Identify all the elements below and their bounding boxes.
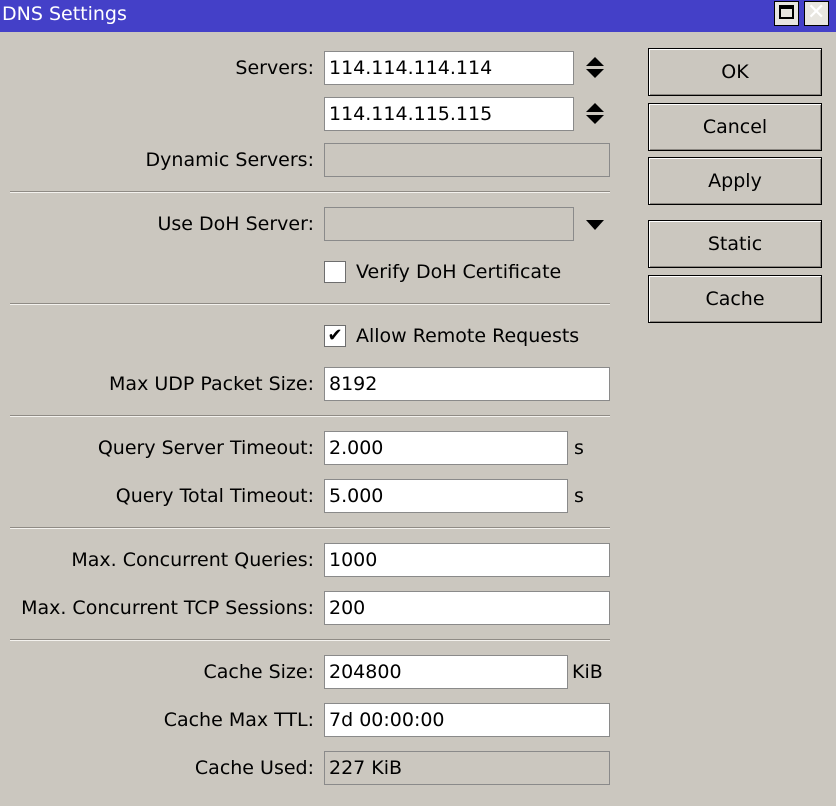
dynamic-servers-label: Dynamic Servers: bbox=[145, 149, 314, 171]
cache-size-input[interactable]: 204800 bbox=[324, 655, 568, 689]
checkmark-icon: ✔ bbox=[327, 325, 343, 346]
query-total-timeout-unit: s bbox=[574, 485, 584, 507]
window-title: DNS Settings bbox=[2, 3, 127, 25]
static-button[interactable]: Static bbox=[648, 220, 822, 268]
maximize-icon bbox=[779, 5, 794, 19]
title-bar: DNS Settings ✕ bbox=[0, 0, 836, 32]
server-1-updown-icon[interactable] bbox=[586, 57, 604, 78]
ok-button[interactable]: OK bbox=[648, 48, 822, 96]
separator bbox=[10, 639, 610, 641]
cache-max-ttl-input[interactable]: 7d 00:00:00 bbox=[324, 703, 610, 737]
cache-max-ttl-label: Cache Max TTL: bbox=[163, 709, 314, 731]
query-server-timeout-input[interactable]: 2.000 bbox=[324, 431, 568, 465]
server-2-updown-icon[interactable] bbox=[586, 103, 604, 124]
cache-size-label: Cache Size: bbox=[203, 661, 314, 683]
max-concurrent-queries-input[interactable]: 1000 bbox=[324, 543, 610, 577]
verify-doh-checkbox[interactable] bbox=[324, 261, 346, 283]
allow-remote-label: Allow Remote Requests bbox=[356, 325, 580, 347]
doh-server-select[interactable] bbox=[324, 207, 574, 241]
servers-label: Servers: bbox=[235, 57, 314, 79]
max-concurrent-tcp-input[interactable]: 200 bbox=[324, 591, 610, 625]
verify-doh-label: Verify DoH Certificate bbox=[356, 261, 562, 283]
server-input-2[interactable]: 114.114.115.115 bbox=[324, 97, 574, 131]
cache-button[interactable]: Cache bbox=[648, 275, 822, 323]
query-total-timeout-input[interactable]: 5.000 bbox=[324, 479, 568, 513]
close-button[interactable]: ✕ bbox=[804, 1, 829, 26]
max-concurrent-tcp-label: Max. Concurrent TCP Sessions: bbox=[21, 597, 314, 619]
cache-used-label: Cache Used: bbox=[194, 757, 314, 779]
udp-size-input[interactable]: 8192 bbox=[324, 367, 610, 401]
server-input-1[interactable]: 114.114.114.114 bbox=[324, 51, 574, 85]
apply-button[interactable]: Apply bbox=[648, 157, 822, 205]
dynamic-servers-field bbox=[324, 143, 610, 177]
chevron-down-icon[interactable] bbox=[586, 220, 604, 230]
query-server-timeout-label: Query Server Timeout: bbox=[97, 437, 314, 459]
maximize-button[interactable] bbox=[774, 1, 799, 26]
udp-size-label: Max UDP Packet Size: bbox=[109, 373, 314, 395]
cache-size-unit: KiB bbox=[572, 661, 603, 683]
separator bbox=[10, 303, 610, 305]
doh-server-label: Use DoH Server: bbox=[157, 213, 315, 235]
query-total-timeout-label: Query Total Timeout: bbox=[115, 485, 314, 507]
separator bbox=[10, 415, 610, 417]
separator bbox=[10, 527, 610, 529]
close-icon: ✕ bbox=[807, 0, 826, 25]
allow-remote-checkbox[interactable]: ✔ bbox=[324, 325, 346, 347]
cancel-button[interactable]: Cancel bbox=[648, 103, 822, 151]
cache-used-field: 227 KiB bbox=[324, 751, 610, 785]
separator bbox=[10, 191, 610, 193]
max-concurrent-queries-label: Max. Concurrent Queries: bbox=[71, 549, 314, 571]
query-server-timeout-unit: s bbox=[574, 437, 584, 459]
